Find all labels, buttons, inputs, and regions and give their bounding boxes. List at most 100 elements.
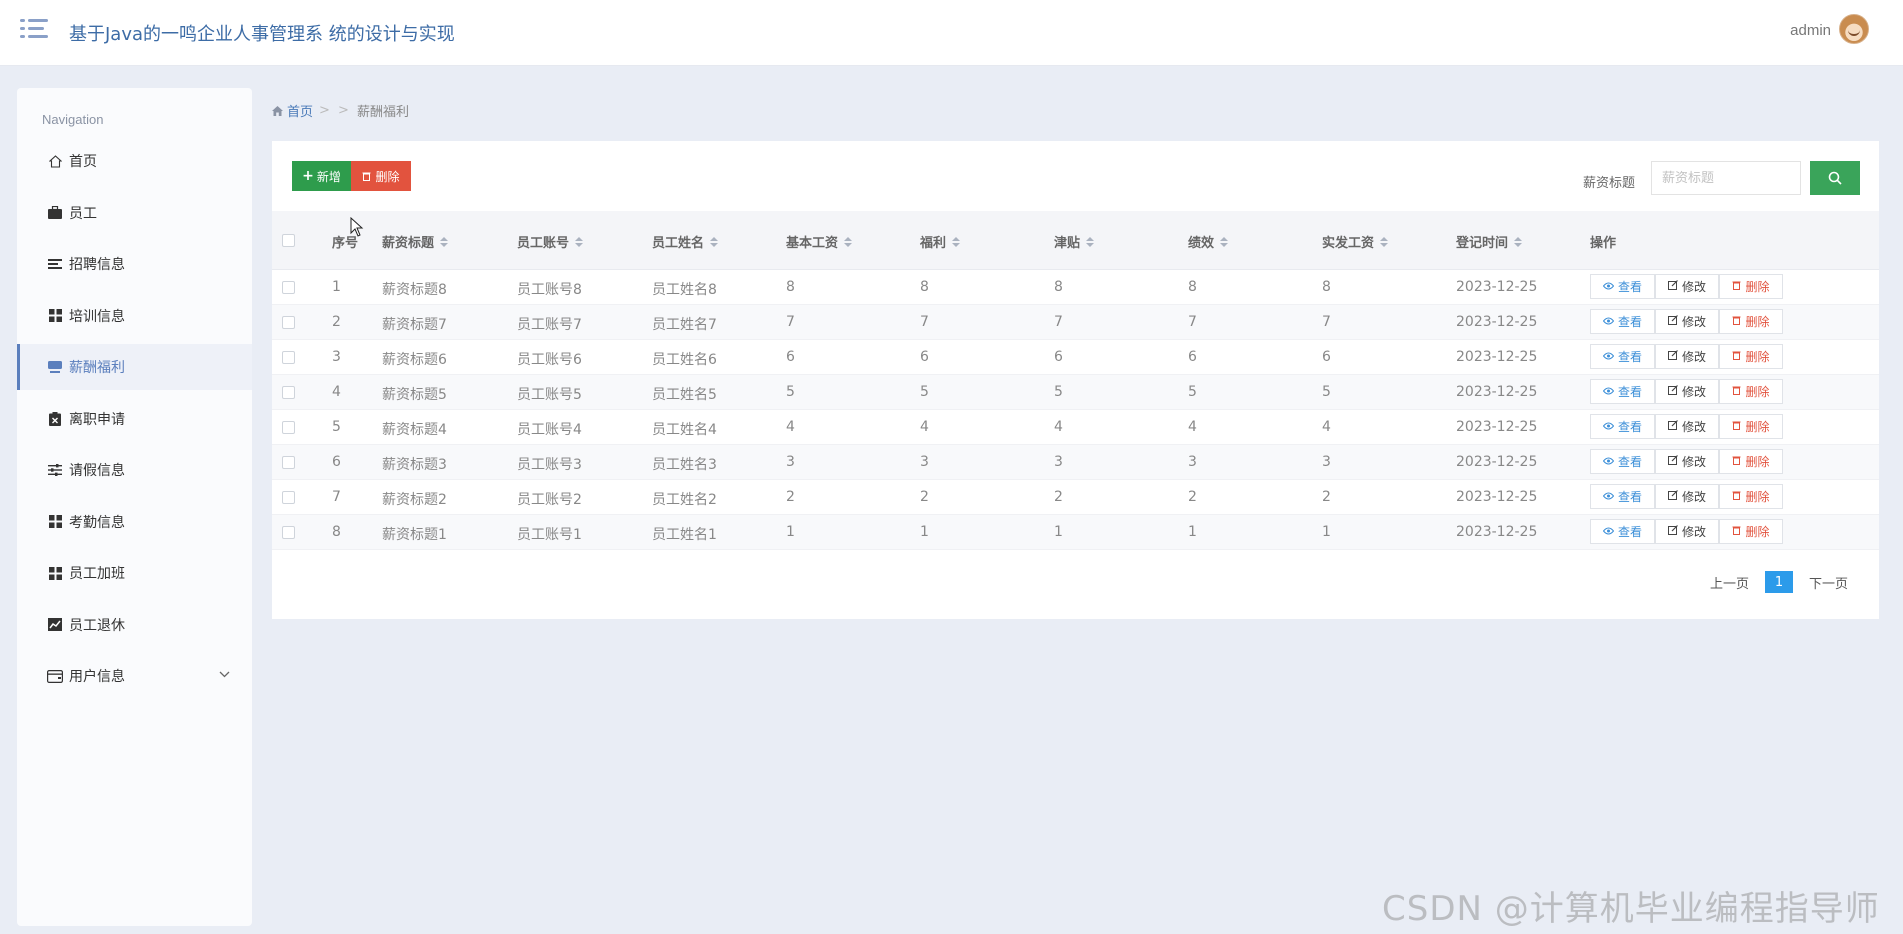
delete-row-button[interactable]: 删除 [1719, 449, 1783, 474]
edit-button-label: 修改 [1681, 385, 1706, 399]
edit-icon [1667, 455, 1678, 468]
menu-toggle-icon[interactable] [20, 17, 48, 41]
column-header[interactable]: 员工姓名 [652, 232, 719, 251]
column-header[interactable]: 绩效 [1188, 232, 1229, 251]
view-button-label: 查看 [1617, 455, 1642, 469]
edit-button[interactable]: 修改 [1655, 309, 1719, 334]
edit-icon [1667, 280, 1678, 293]
next-page-button[interactable]: 下一页 [1809, 573, 1848, 592]
table-cell: 3 [1322, 454, 1331, 470]
edit-button[interactable]: 修改 [1655, 519, 1719, 544]
row-checkbox[interactable] [282, 281, 295, 294]
sort-icon [575, 236, 584, 247]
row-checkbox[interactable] [282, 386, 295, 399]
sidebar-item-5[interactable]: 离职申请 [17, 396, 252, 442]
view-button[interactable]: 查看 [1590, 344, 1655, 369]
edit-button[interactable]: 修改 [1655, 484, 1719, 509]
column-header[interactable]: 津贴 [1054, 232, 1095, 251]
sidebar-item-1[interactable]: 员工 [17, 190, 252, 236]
sidebar-item-3[interactable]: 培训信息 [17, 293, 252, 339]
briefcase-icon [47, 205, 63, 221]
sidebar-item-4[interactable]: 薪酬福利 [17, 344, 252, 390]
table-cell: 员工账号3 [517, 457, 582, 473]
column-header-label: 薪资标题 [382, 236, 435, 251]
view-button[interactable]: 查看 [1590, 484, 1655, 509]
table-cell: 3 [920, 454, 929, 470]
trash-icon [1732, 385, 1741, 398]
delete-row-button[interactable]: 删除 [1719, 344, 1783, 369]
table-row: 6 薪资标题3 员工账号3 员工姓名3 3 3 3 3 3 2023-12-25 查看 修改 删除 [272, 445, 1879, 480]
edit-button[interactable]: 修改 [1655, 274, 1719, 299]
trash-icon [1732, 525, 1741, 538]
delete-row-button[interactable]: 删除 [1719, 274, 1783, 299]
edit-button[interactable]: 修改 [1655, 344, 1719, 369]
breadcrumb-home[interactable]: 首页 [287, 101, 313, 120]
row-checkbox[interactable] [282, 491, 295, 504]
delete-row-button[interactable]: 删除 [1719, 309, 1783, 334]
table-cell: 员工姓名8 [652, 282, 717, 298]
select-all-checkbox[interactable] [282, 234, 295, 247]
row-actions: 查看 修改 删除 [1590, 484, 1783, 509]
column-header[interactable]: 福利 [920, 232, 961, 251]
sidebar-item-2[interactable]: 招聘信息 [17, 241, 252, 287]
sidebar-item-10[interactable]: 用户信息 [17, 653, 252, 699]
table-cell: 薪资标题6 [382, 352, 447, 368]
edit-icon [1667, 315, 1678, 328]
search-button[interactable] [1810, 161, 1860, 195]
row-checkbox[interactable] [282, 316, 295, 329]
delete-row-button[interactable]: 删除 [1719, 414, 1783, 439]
trash-icon [362, 172, 371, 181]
sort-icon [1380, 236, 1389, 247]
view-button[interactable]: 查看 [1590, 414, 1655, 439]
page-1-button[interactable]: 1 [1765, 571, 1794, 593]
column-header[interactable]: 员工账号 [517, 232, 584, 251]
table-cell: 2 [1188, 489, 1197, 505]
delete-row-button[interactable]: 删除 [1719, 379, 1783, 404]
edit-button[interactable]: 修改 [1655, 379, 1719, 404]
view-button[interactable]: 查看 [1590, 309, 1655, 334]
avatar[interactable] [1839, 14, 1869, 44]
view-button[interactable]: 查看 [1590, 379, 1655, 404]
edit-button[interactable]: 修改 [1655, 414, 1719, 439]
delete-row-button-label: 删除 [1745, 455, 1770, 469]
table-cell: 8 [1054, 279, 1063, 295]
user-name[interactable]: admin [1790, 22, 1831, 39]
row-checkbox[interactable] [282, 526, 295, 539]
edit-button[interactable]: 修改 [1655, 449, 1719, 474]
row-checkbox[interactable] [282, 421, 295, 434]
breadcrumb: 首页 > > 薪酬福利 [272, 101, 409, 120]
delete-row-button[interactable]: 删除 [1719, 519, 1783, 544]
delete-row-button-label: 删除 [1745, 350, 1770, 364]
top-bar: 基于Java的一鸣企业人事管理系 统的设计与实现 admin [0, 0, 1903, 66]
trash-icon [1732, 280, 1741, 293]
row-checkbox[interactable] [282, 456, 295, 469]
sidebar-item-0[interactable]: 首页 [17, 138, 252, 184]
add-button[interactable]: + 新增 [292, 161, 351, 191]
sidebar-item-6[interactable]: 请假信息 [17, 447, 252, 493]
prev-page-button[interactable]: 上一页 [1710, 573, 1749, 592]
row-checkbox[interactable] [282, 351, 295, 364]
search-input[interactable] [1651, 161, 1801, 195]
edit-icon [1667, 385, 1678, 398]
table-cell: 员工姓名7 [652, 317, 717, 333]
delete-row-button[interactable]: 删除 [1719, 484, 1783, 509]
sidebar-item-7[interactable]: 考勤信息 [17, 499, 252, 545]
view-button[interactable]: 查看 [1590, 274, 1655, 299]
eye-icon [1602, 490, 1615, 503]
table-cell: 员工账号5 [517, 387, 582, 403]
column-header[interactable]: 薪资标题 [382, 232, 449, 251]
view-button[interactable]: 查看 [1590, 449, 1655, 474]
delete-button[interactable]: 删除 [351, 161, 411, 191]
column-header[interactable]: 基本工资 [786, 232, 853, 251]
sidebar-item-9[interactable]: 员工退休 [17, 602, 252, 648]
column-header[interactable]: 登记时间 [1456, 232, 1523, 251]
row-actions: 查看 修改 删除 [1590, 519, 1783, 544]
view-button[interactable]: 查看 [1590, 519, 1655, 544]
sidebar-item-8[interactable]: 员工加班 [17, 550, 252, 596]
table-cell: 2023-12-25 [1456, 454, 1538, 470]
table-cell: 员工姓名4 [652, 422, 717, 438]
edit-button-label: 修改 [1681, 280, 1706, 294]
column-header[interactable]: 实发工资 [1322, 232, 1389, 251]
table-cell: 员工账号8 [517, 282, 582, 298]
table-cell: 员工账号7 [517, 317, 582, 333]
